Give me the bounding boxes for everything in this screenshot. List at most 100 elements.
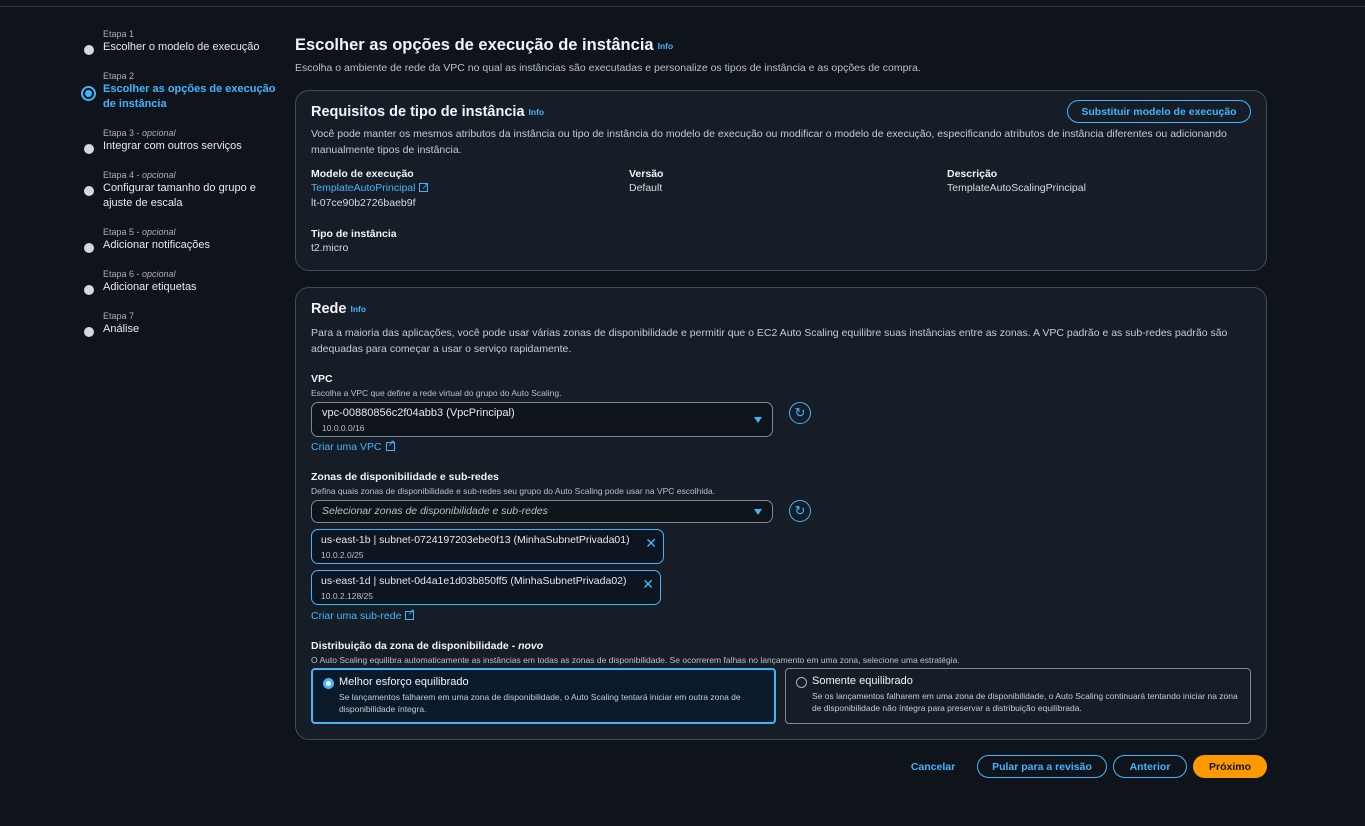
info-link[interactable]: Info	[529, 107, 545, 117]
step-label: Etapa 2	[103, 71, 135, 81]
step-7[interactable]: Etapa 7 Análise	[80, 310, 139, 337]
version-label: Versão	[629, 168, 664, 180]
page-title-text: Escolher as opções de execução de instân…	[295, 36, 654, 54]
page-title: Escolher as opções de execução de instân…	[295, 36, 1267, 55]
replace-template-button[interactable]: Substituir modelo de execução	[1067, 100, 1251, 123]
subnet-cidr: 10.0.2.128/25	[321, 591, 373, 601]
create-subnet-link[interactable]: Criar uma sub-rede	[311, 607, 415, 622]
card-description: Você pode manter os mesmos atributos da …	[311, 128, 1227, 156]
step-label: Etapa 1	[103, 29, 135, 39]
vpc-select[interactable]: vpc-00880856c2f04abb3 (VpcPrincipal) 10.…	[311, 402, 773, 437]
instance-type-value: t2.micro	[311, 242, 349, 254]
step-6[interactable]: Etapa 6 - opcional Adicionar etiquetas	[80, 268, 197, 295]
card-title-text: Rede	[311, 301, 347, 317]
step-2-current[interactable]: Etapa 2 Escolher as opções de execução d…	[80, 70, 280, 112]
description-label: Descrição	[947, 168, 998, 180]
distribution-label-text: Distribuição da zona de disponibilidade …	[311, 640, 519, 652]
step-dot-icon	[84, 285, 94, 295]
card-title: Rede Info	[311, 301, 366, 317]
instance-requirements-card: Requisitos de tipo de instância Info Subs…	[295, 90, 1267, 271]
caret-down-icon	[754, 417, 762, 423]
info-link[interactable]: Info	[658, 41, 674, 51]
refresh-icon[interactable]: ↻	[789, 500, 811, 522]
step-name: Integrar com outros serviços	[103, 140, 242, 152]
external-link-icon	[419, 179, 429, 194]
refresh-icon[interactable]: ↻	[789, 402, 811, 424]
version-field: Versão Default	[629, 167, 663, 196]
step-5[interactable]: Etapa 5 - opcional Adicionar notificaçõe…	[80, 226, 210, 253]
distribution-label: Distribuição da zona de disponibilidade …	[311, 640, 543, 652]
info-link[interactable]: Info	[350, 304, 366, 314]
step-1[interactable]: Etapa 1 Escolher o modelo de execução	[80, 28, 260, 55]
page-subtitle: Escolha o ambiente de rede da VPC no qua…	[295, 62, 921, 74]
option-title: Melhor esforço equilibrado	[339, 676, 469, 688]
step-label: Etapa 7	[103, 311, 135, 321]
radio-selected-icon	[323, 678, 334, 689]
vpc-cidr: 10.0.0.0/16	[322, 423, 365, 433]
subnet-token: us-east-1d | subnet-0d4a1e1d03b850ff5 (M…	[311, 570, 661, 605]
create-vpc-text: Criar uma VPC	[311, 441, 382, 453]
remove-icon[interactable]: ✕	[642, 576, 654, 593]
instance-type-field: Tipo de instância t2.micro	[311, 227, 397, 256]
main-content: Escolher as opções de execução de instân…	[295, 36, 1267, 740]
step-4[interactable]: Etapa 4 - opcional Configurar tamanho do…	[80, 169, 270, 211]
card-title-text: Requisitos de tipo de instância	[311, 104, 525, 120]
option-description: Se lançamentos falharem em uma zona de d…	[339, 692, 741, 714]
template-label: Modelo de execução	[311, 168, 414, 180]
step-name: Escolher o modelo de execução	[103, 41, 260, 53]
previous-button[interactable]: Anterior	[1113, 755, 1187, 778]
template-field: Modelo de execução TemplateAutoPrincipal…	[311, 167, 429, 211]
step-name: Escolher as opções de execução de instân…	[103, 83, 276, 110]
step-name: Adicionar etiquetas	[103, 281, 197, 293]
create-subnet-text: Criar uma sub-rede	[311, 610, 402, 622]
step-label: Etapa 5 - opcional	[103, 227, 176, 237]
card-description: Para a maioria das aplicações, você pode…	[311, 327, 1228, 355]
az-select[interactable]: Selecionar zonas de disponibilidade e su…	[311, 500, 773, 523]
az-label: Zonas de disponibilidade e sub-redes	[311, 471, 499, 483]
next-button[interactable]: Próximo	[1193, 755, 1267, 778]
vpc-label: VPC	[311, 373, 333, 385]
template-id: lt-07ce90b2726baeb9f	[311, 197, 416, 209]
radio-balanced-only[interactable]: Somente equilibrado Se os lançamentos fa…	[785, 668, 1251, 724]
create-vpc-link[interactable]: Criar uma VPC	[311, 438, 395, 453]
step-current-icon	[81, 86, 96, 101]
description-field: Descrição TemplateAutoScalingPrincipal	[947, 167, 1086, 196]
description-value: TemplateAutoScalingPrincipal	[947, 182, 1086, 194]
cancel-button[interactable]: Cancelar	[902, 755, 964, 778]
top-divider	[0, 6, 1365, 7]
step-3[interactable]: Etapa 3 - opcional Integrar com outros s…	[80, 127, 242, 154]
remove-icon[interactable]: ✕	[645, 535, 657, 552]
option-title: Somente equilibrado	[812, 675, 913, 687]
new-badge: novo	[518, 640, 544, 652]
az-placeholder: Selecionar zonas de disponibilidade e su…	[322, 505, 548, 517]
step-dot-icon	[84, 186, 94, 196]
step-name: Adicionar notificações	[103, 239, 211, 251]
step-dot-icon	[84, 327, 94, 337]
vpc-description: Escolha a VPC que define a rede virtual …	[311, 388, 562, 398]
network-card: Rede Info Para a maioria das aplicações, …	[295, 287, 1267, 740]
subnet-name: us-east-1d | subnet-0d4a1e1d03b850ff5 (M…	[321, 575, 627, 587]
version-value: Default	[629, 182, 663, 194]
subnet-name: us-east-1b | subnet-0724197203ebe0f13 (M…	[321, 534, 630, 546]
instance-type-label: Tipo de instância	[311, 228, 397, 240]
step-dot-icon	[84, 45, 94, 55]
az-description: Defina quais zonas de disponibilidade e …	[311, 486, 716, 496]
caret-down-icon	[754, 509, 762, 515]
external-link-icon	[405, 607, 415, 620]
radio-balanced-best-effort[interactable]: Melhor esforço equilibrado Se lançamento…	[311, 668, 776, 724]
template-link[interactable]: TemplateAutoPrincipal	[311, 182, 415, 194]
step-label: Etapa 6 - opcional	[103, 269, 176, 279]
step-label: Etapa 3 - opcional	[103, 128, 176, 138]
step-name: Configurar tamanho do grupo e ajuste de …	[103, 182, 256, 209]
step-dot-icon	[84, 243, 94, 253]
step-name: Análise	[103, 323, 140, 335]
card-title: Requisitos de tipo de instância Info	[311, 104, 544, 120]
step-dot-icon	[84, 144, 94, 154]
subnet-cidr: 10.0.2.0/25	[321, 550, 364, 560]
skip-to-review-button[interactable]: Pular para a revisão	[977, 755, 1107, 778]
external-link-icon	[385, 438, 395, 451]
step-label: Etapa 4 - opcional	[103, 170, 176, 180]
subnet-token: us-east-1b | subnet-0724197203ebe0f13 (M…	[311, 529, 664, 564]
distribution-description: O Auto Scaling equilibra automaticamente…	[311, 655, 960, 665]
option-description: Se os lançamentos falharem em uma zona d…	[812, 691, 1238, 713]
